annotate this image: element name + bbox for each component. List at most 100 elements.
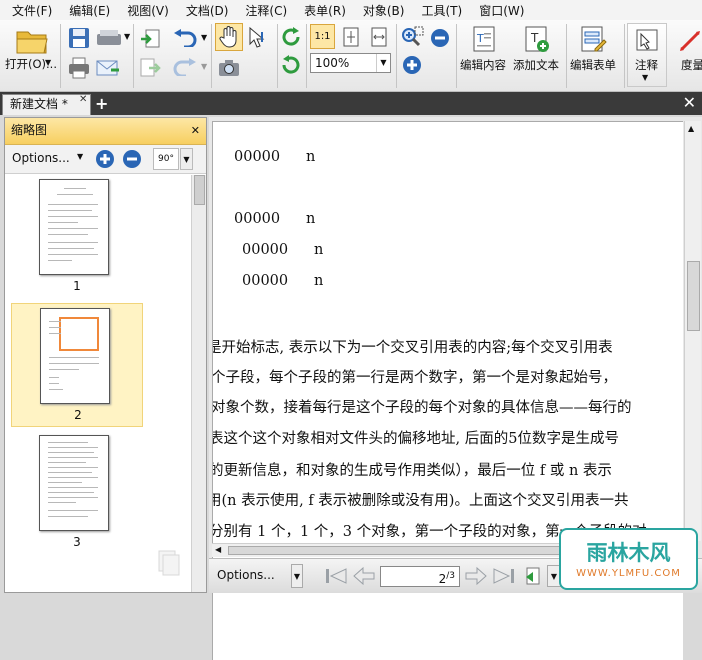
open-folder-icon[interactable] — [14, 24, 50, 58]
page-thumbnail — [39, 179, 109, 275]
xref-entry-flag: n — [314, 273, 324, 289]
status-options-dropdown-icon[interactable]: ▼ — [291, 564, 303, 588]
menu-item[interactable]: 文件(F) — [12, 2, 52, 19]
separator — [211, 24, 212, 88]
document-vertical-scrollbar[interactable]: ▲ ▼ — [684, 121, 701, 541]
redo-icon[interactable] — [170, 56, 200, 78]
paragraph-line: 是开始标志, 表示以下为一个交叉引用表的内容;每个交叉引用表 — [212, 340, 613, 356]
previous-page-icon[interactable] — [351, 565, 377, 587]
zoom-select[interactable]: 100% ▼ — [310, 53, 391, 73]
menu-item[interactable]: 视图(V) — [127, 2, 169, 19]
thumbnail-page-2[interactable]: 2 — [11, 303, 143, 427]
paragraph-line: 对象个数，接着每行是这个子段的每个对象的具体信息——每行的 — [212, 400, 632, 416]
add-text-icon[interactable]: T — [522, 24, 552, 54]
close-all-icon[interactable]: ✕ — [683, 93, 696, 112]
enlarge-thumbnails-icon[interactable] — [94, 148, 116, 170]
status-options-button[interactable]: Options... — [217, 568, 275, 582]
tab-close-icon[interactable]: ✕ — [79, 94, 87, 105]
zoom-in-icon[interactable] — [400, 53, 424, 77]
go-back-icon[interactable] — [523, 565, 545, 587]
scroll-up-icon[interactable]: ▲ — [688, 124, 694, 133]
menu-item[interactable]: 对象(B) — [363, 2, 405, 19]
menu-item[interactable]: 窗口(W) — [479, 2, 524, 19]
next-page-icon[interactable] — [463, 565, 489, 587]
export-icon[interactable] — [138, 56, 162, 80]
scanner-icon[interactable] — [94, 26, 124, 50]
paragraph-line: 用(n 表示使用, f 表示被删除或没有用)。上面这个交叉引用表一共 — [212, 493, 629, 509]
svg-text:T: T — [476, 32, 484, 45]
new-tab-icon[interactable]: + — [95, 94, 108, 113]
page-number: 3 — [73, 535, 81, 549]
page-number-input[interactable]: 2/3 — [380, 566, 460, 587]
import-icon[interactable] — [138, 27, 162, 51]
xref-entry-flag: n — [306, 211, 316, 227]
edit-form-icon[interactable] — [578, 24, 608, 54]
save-icon[interactable] — [66, 26, 92, 50]
fit-page-icon[interactable] — [338, 24, 363, 49]
total-pages: 3 — [449, 571, 455, 581]
page-thumbnail — [40, 308, 110, 404]
select-text-icon[interactable] — [245, 25, 271, 51]
annotate-dropdown-icon[interactable]: ▼ — [642, 73, 648, 82]
page-number: 2 — [74, 408, 82, 422]
xref-entry-number: 00000 — [242, 242, 289, 258]
print-icon[interactable] — [66, 56, 92, 80]
redo-dropdown-icon[interactable]: ▼ — [201, 62, 207, 71]
menu-item[interactable]: 文档(D) — [186, 2, 229, 19]
separator — [566, 24, 567, 88]
first-page-icon[interactable] — [323, 565, 349, 587]
separator — [133, 24, 134, 88]
xref-entry-number: 00000 — [242, 273, 289, 289]
tab-label: 新建文档 * — [10, 97, 68, 111]
undo-icon[interactable] — [170, 27, 200, 49]
fit-width-icon[interactable] — [366, 24, 391, 49]
scanner-dropdown-icon[interactable]: ▼ — [124, 32, 130, 41]
svg-text:T: T — [530, 31, 539, 45]
last-page-icon[interactable] — [491, 565, 517, 587]
menu-item[interactable]: 编辑(E) — [69, 2, 110, 19]
thumbnail-panel-title: 缩略图 — [11, 123, 48, 137]
xref-entry-number: 00000 — [234, 211, 281, 227]
snapshot-icon[interactable] — [216, 56, 242, 80]
scroll-left-icon[interactable]: ◀ — [215, 545, 221, 554]
zoom-dropdown-icon[interactable]: ▼ — [376, 54, 390, 72]
open-dropdown-icon[interactable]: ▼ — [45, 58, 51, 67]
scrollbar-thumb[interactable] — [194, 175, 205, 205]
tab-new-document[interactable]: 新建文档 * — [2, 94, 91, 115]
thumbnail-panel-header: 缩略图 ✕ — [5, 118, 206, 145]
undo-dropdown-icon[interactable]: ▼ — [201, 33, 207, 42]
thumbnail-page-1[interactable]: 1 — [11, 175, 143, 299]
site-watermark-logo: 雨林木风 WWW.YLMFU.COM — [559, 528, 698, 590]
rotate-counterclockwise-icon[interactable] — [279, 53, 303, 77]
rotate-page-icon[interactable]: 90° — [153, 148, 179, 170]
thumbnail-page-3[interactable]: 3 — [11, 431, 143, 555]
panel-close-icon[interactable]: ✕ — [191, 118, 200, 143]
visible-area-indicator[interactable] — [59, 317, 99, 351]
edit-form-button[interactable]: 编辑表单 — [570, 57, 616, 73]
add-text-button[interactable]: 添加文本 — [513, 57, 559, 73]
scrollbar-thumb[interactable] — [687, 261, 700, 331]
rotate-clockwise-icon[interactable] — [279, 25, 303, 49]
options-dropdown-icon[interactable]: ▼ — [77, 152, 83, 161]
email-icon[interactable] — [94, 56, 122, 80]
thumbnail-scrollbar[interactable] — [191, 175, 206, 592]
reduce-thumbnails-icon[interactable] — [121, 148, 143, 170]
menu-item[interactable]: 注释(C) — [245, 2, 287, 19]
thumbnail-options-button[interactable]: Options... — [12, 151, 70, 165]
edit-content-button[interactable]: 编辑内容 — [460, 57, 506, 73]
menu-item[interactable]: 工具(T) — [421, 2, 462, 19]
edit-content-icon[interactable]: T — [470, 24, 500, 54]
menu-item[interactable]: 表单(R) — [304, 2, 346, 19]
measure-label: 度量 — [681, 58, 702, 72]
zoom-tool-icon[interactable] — [400, 26, 424, 50]
rotate-dropdown-icon[interactable]: ▼ — [180, 148, 193, 170]
hand-tool-icon[interactable] — [215, 23, 243, 51]
measure-icon[interactable] — [678, 26, 702, 54]
paragraph-line: 的更新信息，和对象的生成号作用类似），最后一位 f 或 n 表示 — [212, 463, 612, 479]
actual-size-button[interactable]: 1:1 — [310, 24, 335, 49]
paragraph-line: 表这个这个对象相对文件头的偏移地址, 后面的5位数字是生成号 — [212, 431, 619, 447]
annotate-label: 注释 — [635, 58, 658, 72]
document-tab-bar: 新建文档 * ✕ + ✕ — [0, 92, 702, 115]
zoom-out-icon[interactable] — [428, 26, 452, 50]
annotate-icon[interactable] — [633, 26, 661, 54]
